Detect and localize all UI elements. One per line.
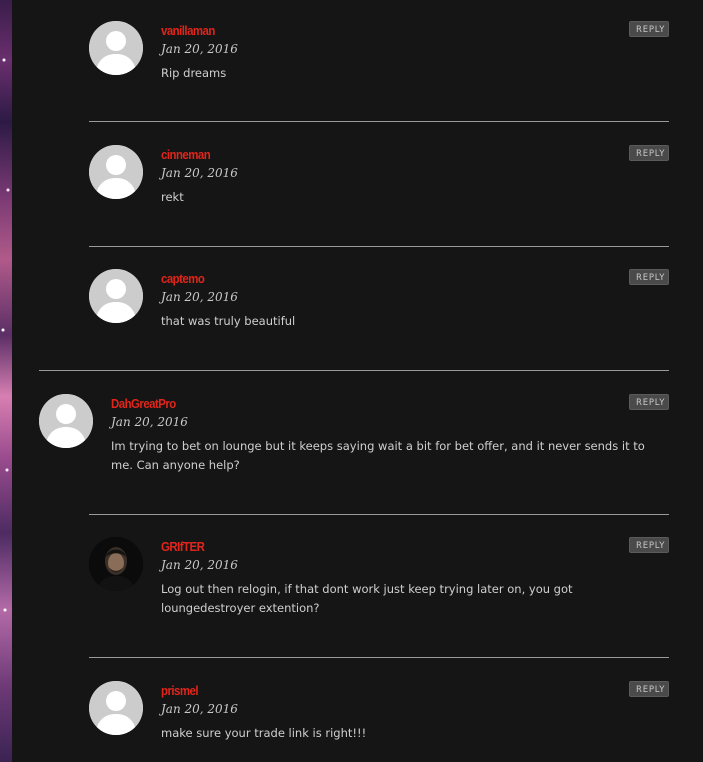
comment-item: prismel Jan 20, 2016 make sure your trad… [89,681,669,761]
comment-divider [39,370,669,371]
comment-author[interactable]: vanillaman [161,23,215,38]
comment-text: Im trying to bet on lounge but it keeps … [111,439,645,472]
comments-list: vanillaman Jan 20, 2016 Rip dreams REPLY… [12,0,703,762]
comment-author[interactable]: GRIfTER [161,539,205,554]
avatar [39,394,93,448]
comment-item: DahGreatPro Jan 20, 2016 Im trying to be… [39,394,669,494]
comment-date[interactable]: Jan 20, 2016 [161,558,238,572]
avatar [89,269,143,323]
default-avatar-icon [89,145,143,199]
comment-item: GRIfTER Jan 20, 2016 Log out then relogi… [89,537,669,637]
default-avatar-icon [89,269,143,323]
comment-item: captemo Jan 20, 2016 that was truly beau… [89,269,669,349]
reply-button[interactable]: REPLY [629,269,669,285]
comment-divider [89,657,669,658]
comment-text: make sure your trade link is right!!! [161,726,367,740]
reply-button[interactable]: REPLY [629,681,669,697]
comment-date[interactable]: Jan 20, 2016 [161,42,238,56]
comment-date[interactable]: Jan 20, 2016 [111,415,188,429]
default-avatar-icon [39,394,93,448]
user-photo-icon [89,537,143,591]
comment-item: vanillaman Jan 20, 2016 Rip dreams REPLY [89,21,669,101]
comment-text: rekt [161,190,184,204]
default-avatar-icon [89,681,143,735]
avatar [89,681,143,735]
comment-divider [89,514,669,515]
comment-divider [89,246,669,247]
comment-text: Rip dreams [161,66,227,80]
default-avatar-icon [89,21,143,75]
reply-button[interactable]: REPLY [629,537,669,553]
avatar [89,145,143,199]
reply-button[interactable]: REPLY [629,21,669,37]
comment-divider [89,121,669,122]
comment-author[interactable]: captemo [161,271,205,286]
comment-date[interactable]: Jan 20, 2016 [161,290,238,304]
comment-date[interactable]: Jan 20, 2016 [161,702,238,716]
comment-author[interactable]: cinneman [161,147,211,162]
comment-text: that was truly beautiful [161,314,296,328]
comment-item: cinneman Jan 20, 2016 rekt REPLY [89,145,669,225]
comment-date[interactable]: Jan 20, 2016 [161,166,238,180]
avatar [89,21,143,75]
avatar [89,537,143,591]
reply-button[interactable]: REPLY [629,145,669,161]
background-space-image [0,0,12,762]
comment-author[interactable]: prismel [161,683,199,698]
comment-text: Log out then relogin, if that dont work … [161,582,573,615]
reply-button[interactable]: REPLY [629,394,669,410]
comment-author[interactable]: DahGreatPro [111,396,176,411]
